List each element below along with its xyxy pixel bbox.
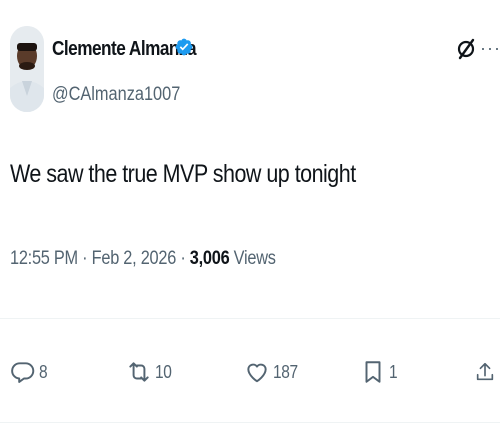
repost-icon [129,362,149,382]
tweet-text: We saw the true MVP show up tonight [10,160,356,188]
grok-icon[interactable] [456,38,476,60]
bookmark-icon [365,361,381,383]
bookmark-count: 1 [389,361,398,382]
reply-icon [11,362,35,383]
views-label: Views [229,248,276,269]
meta-separator: · [176,248,190,269]
reply-button[interactable]: 8 [10,356,49,388]
tweet-card: Clemente Almanza @CAlmanza1007 ··· We sa… [0,0,500,440]
divider [0,422,500,423]
share-button[interactable] [474,356,496,388]
repost-count: 10 [155,361,172,382]
avatar[interactable] [10,26,44,112]
tweet-date[interactable]: Feb 2, 2026 [92,248,177,269]
heart-icon [247,363,267,383]
more-icon[interactable]: ··· [480,39,500,57]
views-count[interactable]: 3,006 [190,248,230,269]
like-count: 187 [273,361,298,382]
like-button[interactable]: 187 [244,356,302,388]
divider [0,318,500,319]
share-icon [476,362,494,381]
tweet-meta: 12:55 PM · Feb 2, 2026 · 3,006 Views [10,248,276,270]
verified-badge-icon [175,38,193,56]
repost-button[interactable]: 10 [126,356,174,388]
tweet-time[interactable]: 12:55 PM [10,248,78,269]
author-handle[interactable]: @CAlmanza1007 [52,84,180,106]
reply-count: 8 [39,361,48,382]
bookmark-button[interactable]: 1 [360,356,399,388]
meta-separator: · [77,248,92,269]
